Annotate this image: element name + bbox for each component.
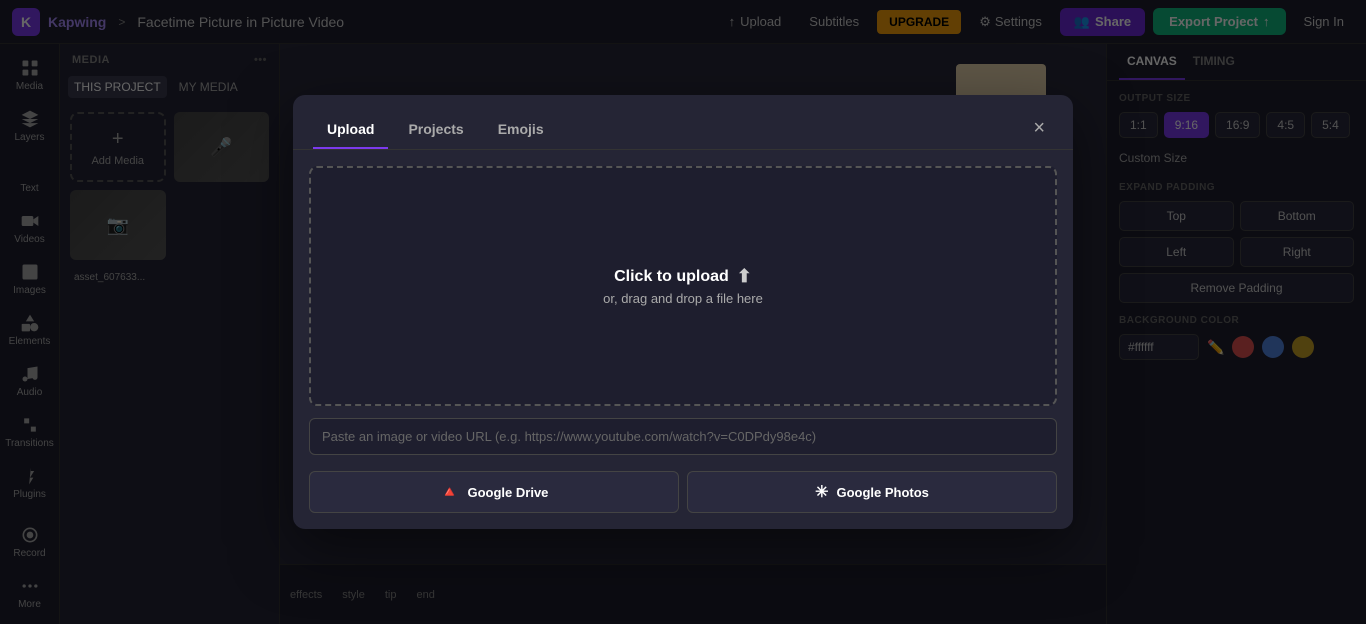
modal-tab-emojis[interactable]: Emojis (484, 111, 558, 149)
gphotos-icon: ✳ (815, 482, 828, 502)
upload-modal: Upload Projects Emojis × Click to upload… (293, 95, 1073, 529)
modal-header: Upload Projects Emojis × (293, 95, 1073, 150)
google-drive-button[interactable]: 🔺 Google Drive (309, 471, 679, 513)
modal-footer: 🔺 Google Drive ✳ Google Photos (293, 471, 1073, 529)
gdrive-icon: 🔺 (440, 482, 460, 502)
modal-body: Click to upload ⬆ or, drag and drop a fi… (293, 150, 1073, 471)
modal-close-button[interactable]: × (1025, 114, 1053, 142)
url-input[interactable] (309, 418, 1057, 455)
upload-arrow-icon: ⬆ (737, 266, 752, 287)
modal-overlay[interactable]: Upload Projects Emojis × Click to upload… (0, 0, 1366, 624)
google-photos-button[interactable]: ✳ Google Photos (687, 471, 1057, 513)
modal-tab-upload[interactable]: Upload (313, 111, 388, 149)
modal-tab-projects[interactable]: Projects (394, 111, 477, 149)
upload-zone-text: Click to upload ⬆ (614, 266, 752, 287)
upload-dropzone[interactable]: Click to upload ⬆ or, drag and drop a fi… (309, 166, 1057, 406)
upload-zone-subtext: or, drag and drop a file here (603, 291, 763, 306)
